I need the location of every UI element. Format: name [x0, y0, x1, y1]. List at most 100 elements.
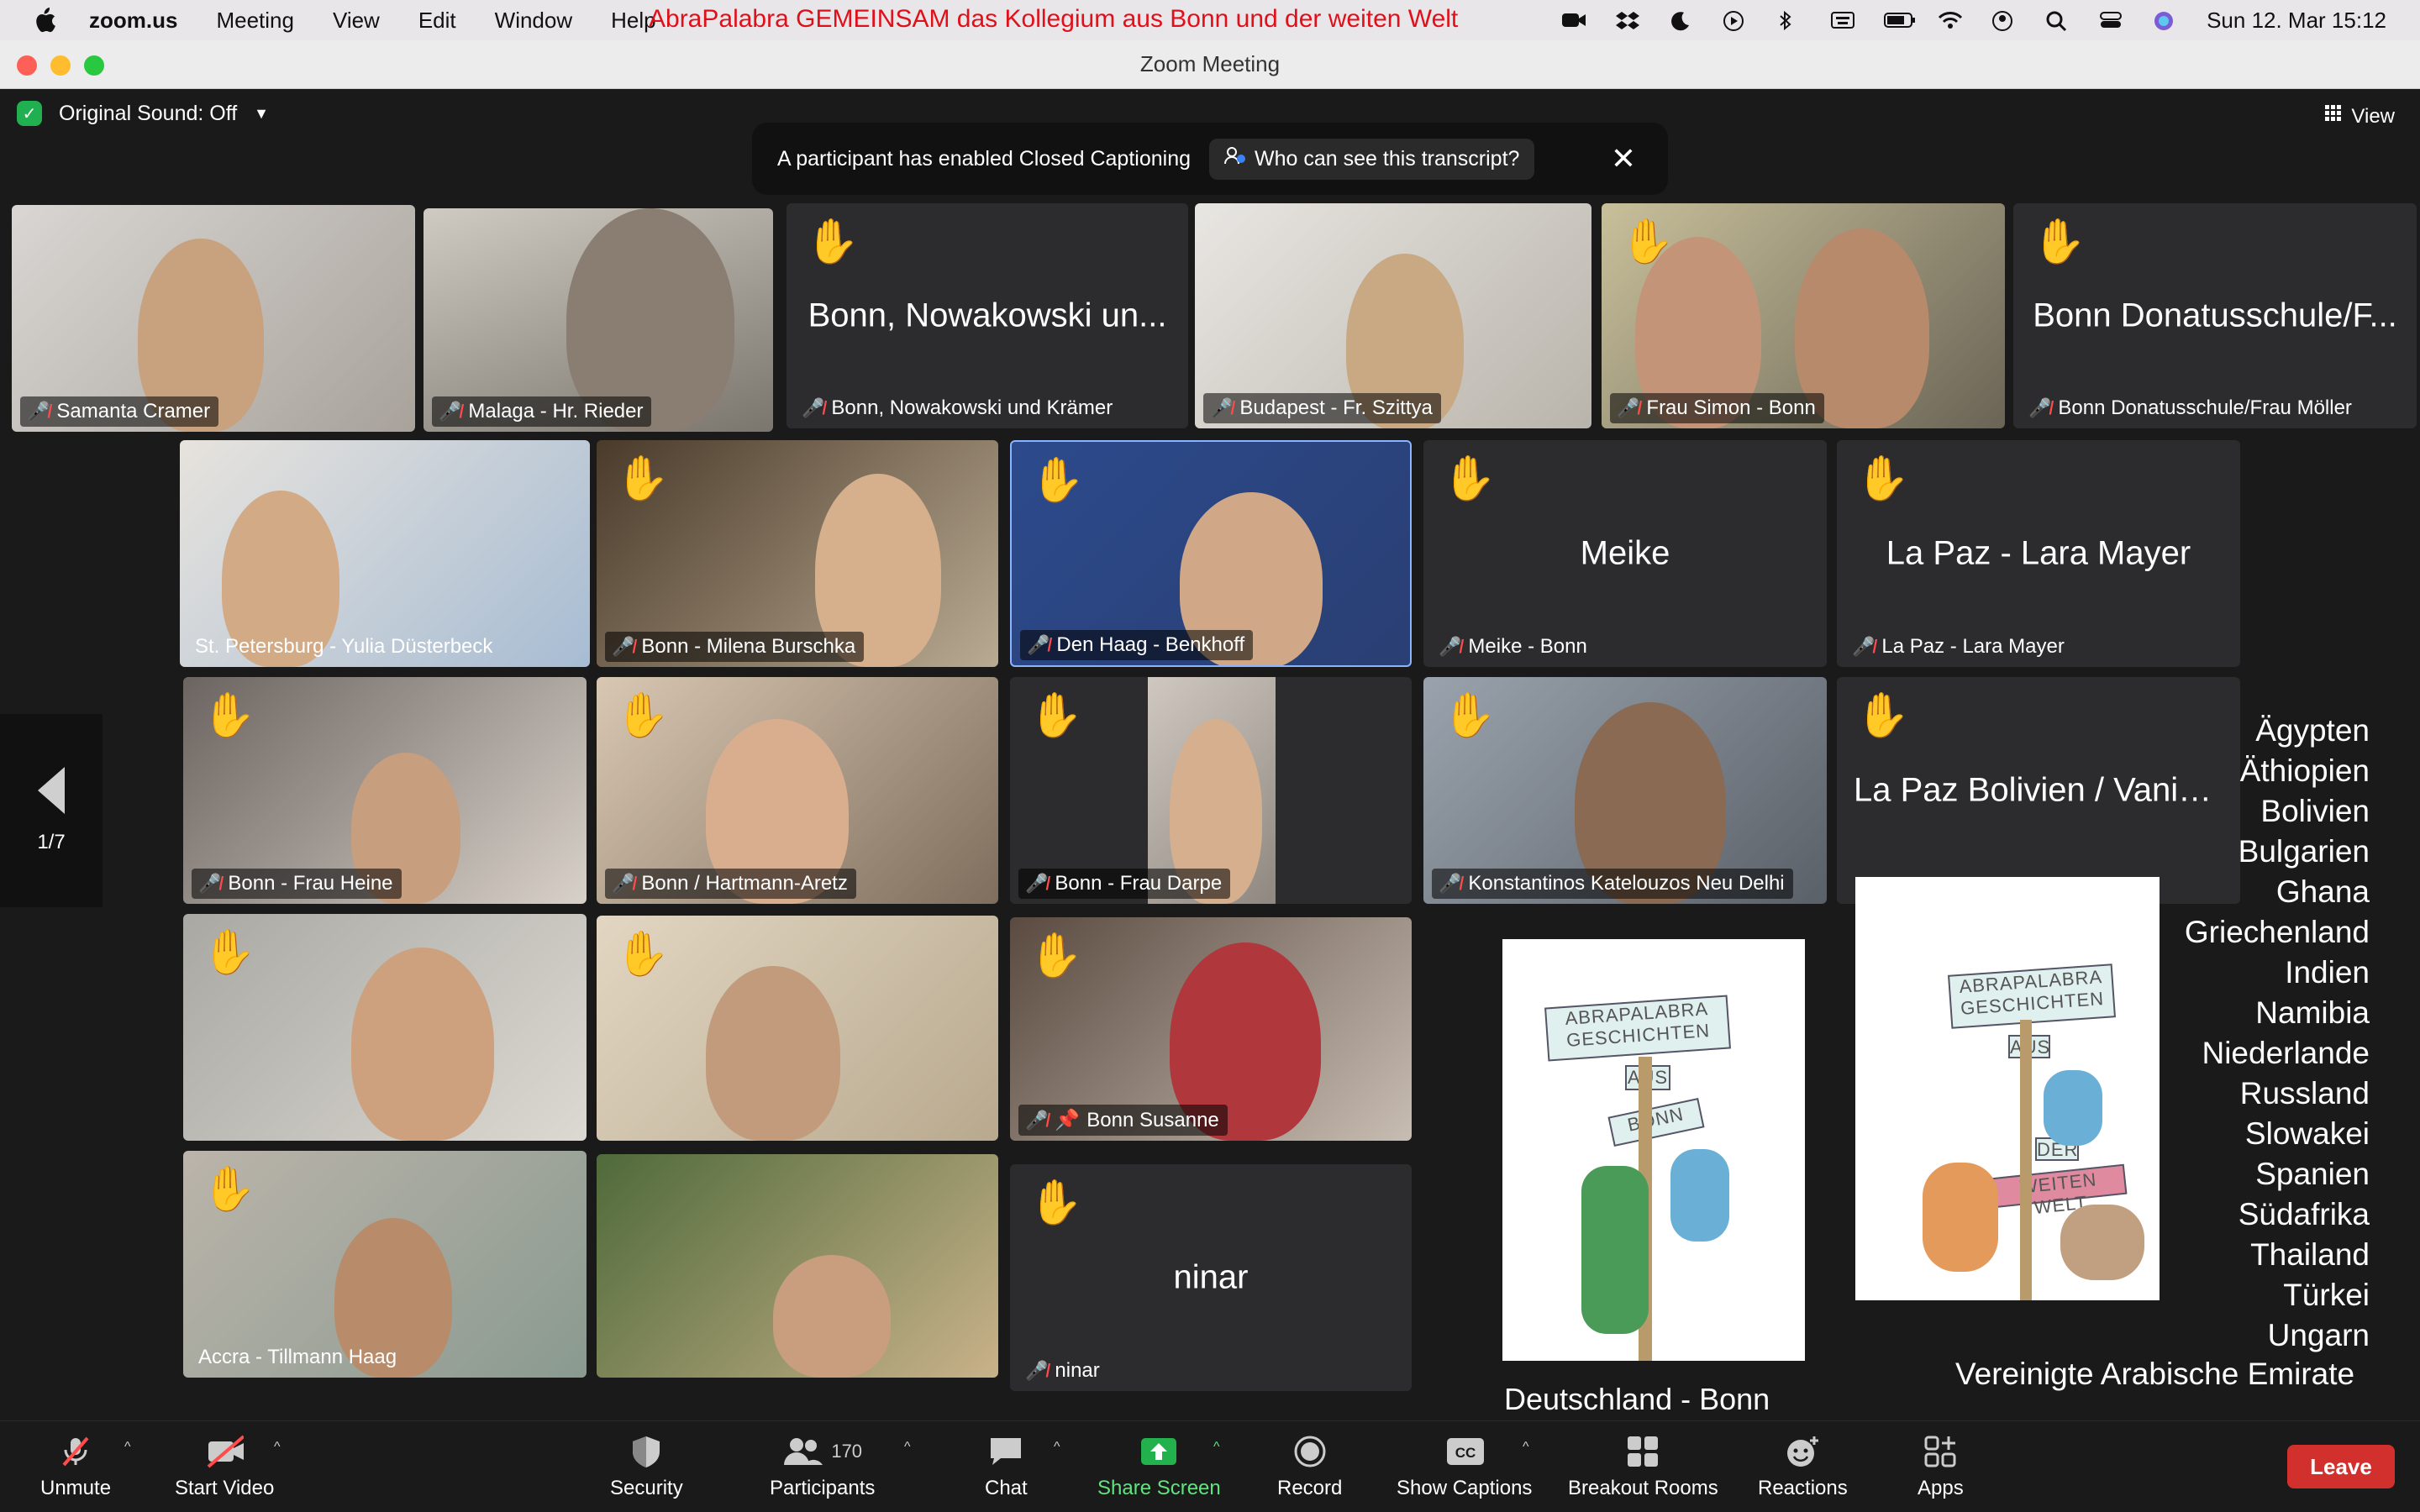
raised-hand-icon: ✋ — [202, 928, 256, 977]
menu-meeting[interactable]: Meeting — [216, 8, 294, 34]
participant-tile[interactable]: ✋ 🎤̸ Konstantinos Katelouzos Neu Delhi — [1423, 677, 1827, 904]
participant-tile[interactable]: St. Petersburg - Yulia Düsterbeck — [180, 440, 590, 667]
participant-tile[interactable]: ✋ ninar 🎤̸ ninar — [1010, 1164, 1412, 1391]
countries-list: Ägypten Äthiopien Bolivien Bulgarien Gha… — [2184, 713, 2370, 1352]
participant-tile[interactable]: ✋ 🎤̸ Bonn / Hartmann-Aretz — [597, 677, 998, 904]
reactions-button[interactable]: Reactions — [1758, 1435, 1848, 1500]
book-cover-bonn: ABRAPALABRA GESCHICHTEN AUS BONN — [1502, 939, 1805, 1361]
close-window-button[interactable] — [17, 55, 37, 76]
chevron-down-icon[interactable]: ▼ — [254, 105, 269, 123]
siri-icon[interactable] — [2153, 10, 2178, 30]
participant-tile[interactable]: 🎤̸ Samanta Cramer — [12, 205, 415, 432]
menu-view[interactable]: View — [333, 8, 380, 34]
participant-tile[interactable]: 🎤̸ Malaga - Hr. Rieder — [424, 208, 773, 432]
search-icon[interactable] — [2045, 10, 2070, 32]
participants-options-chevron-icon[interactable]: ^ — [904, 1440, 911, 1455]
who-can-see-transcript-button[interactable]: Who can see this transcript? — [1209, 138, 1535, 180]
muted-mic-icon: 🎤̸ — [802, 397, 825, 418]
participant-tile[interactable]: ✋ Bonn, Nowakowski un... 🎤̸ Bonn, Nowakow… — [786, 203, 1188, 428]
user-icon[interactable] — [1991, 10, 2017, 31]
close-icon[interactable]: ✕ — [1611, 141, 1636, 176]
participant-tile[interactable]: ✋ 🎤̸ Den Haag - Benkhoff — [1010, 440, 1412, 667]
zoom-window-button[interactable] — [84, 55, 104, 76]
muted-mic-icon: 🎤̸ — [1439, 873, 1462, 894]
focus-moon-icon[interactable] — [1669, 10, 1694, 31]
participant-name: Bonn, Nowakowski und Krämer — [831, 396, 1113, 419]
battery-icon[interactable] — [1884, 10, 1916, 30]
menu-window[interactable]: Window — [495, 8, 572, 34]
audio-options-chevron-icon[interactable]: ^ — [124, 1440, 131, 1455]
keyboard-icon[interactable] — [1830, 10, 1855, 30]
raised-hand-icon: ✋ — [1855, 454, 1910, 503]
show-captions-button[interactable]: CC Show Captions — [1397, 1435, 1532, 1500]
previous-page-button[interactable]: 1/7 — [0, 714, 103, 907]
view-button[interactable]: View — [2324, 104, 2395, 129]
participant-tile[interactable]: ✋ 🎤̸ Frau Simon - Bonn — [1602, 203, 2005, 428]
participant-tile[interactable]: ✋ 🎤̸ 📌 Bonn Susanne — [1010, 917, 1412, 1141]
participant-tile[interactable]: ✋ — [597, 916, 998, 1141]
participant-tile[interactable]: ✋ La Paz Bolivien / Vania... — [1837, 677, 2240, 904]
breakout-rooms-button[interactable]: Breakout Rooms — [1568, 1435, 1718, 1500]
security-shield-icon — [627, 1435, 666, 1468]
participant-tile[interactable]: ✋ La Paz - Lara Mayer 🎤̸ La Paz - Lara Ma… — [1837, 440, 2240, 667]
original-sound-label[interactable]: Original Sound: Off — [59, 102, 237, 126]
show-captions-label: Show Captions — [1397, 1477, 1533, 1499]
participant-tile[interactable]: ✋ Bonn Donatusschule/F... 🎤̸ Bonn Donatus… — [2013, 203, 2417, 428]
share-screen-button[interactable]: Share Screen — [1097, 1435, 1221, 1500]
participant-tile[interactable]: 🎤̸ Budapest - Fr. Szittya — [1195, 203, 1591, 428]
record-button[interactable]: Record — [1277, 1435, 1342, 1500]
unmute-button[interactable]: Unmute — [40, 1435, 111, 1500]
start-video-button[interactable]: Start Video — [175, 1435, 274, 1500]
participant-name: Malaga - Hr. Rieder — [468, 400, 644, 423]
video-options-chevron-icon[interactable]: ^ — [274, 1440, 281, 1455]
clock-text[interactable]: Sun 12. Mar 15:12 — [2207, 8, 2386, 34]
play-icon[interactable] — [1723, 10, 1748, 31]
control-center-icon[interactable] — [2099, 10, 2124, 30]
participant-display-name: Meike — [1580, 534, 1670, 572]
participant-tile[interactable]: ✋ 🎤̸ Bonn - Frau Heine — [183, 677, 587, 904]
participant-name: La Paz - Lara Mayer — [1881, 635, 2065, 658]
dropbox-icon[interactable] — [1615, 10, 1640, 30]
menu-edit[interactable]: Edit — [418, 8, 456, 34]
original-sound-control[interactable]: ✓ Original Sound: Off ▼ — [17, 101, 269, 126]
bluetooth-icon[interactable] — [1776, 10, 1802, 31]
participant-name: ninar — [1055, 1359, 1100, 1382]
raised-hand-icon: ✋ — [1028, 691, 1083, 740]
reactions-label: Reactions — [1758, 1477, 1848, 1499]
chat-button[interactable]: Chat — [985, 1435, 1028, 1500]
start-video-label: Start Video — [175, 1477, 275, 1499]
apps-button[interactable]: Apps — [1918, 1435, 1964, 1500]
participant-tile[interactable]: ✋ 🎤̸ Bonn - Milena Burschka — [597, 440, 998, 667]
participant-name: Den Haag - Benkhoff — [1056, 633, 1245, 656]
apple-icon[interactable] — [30, 6, 59, 34]
who-can-see-label: Who can see this transcript? — [1255, 146, 1520, 171]
minimize-window-button[interactable] — [50, 55, 71, 76]
window-titlebar: Zoom Meeting — [0, 40, 2420, 89]
muted-mic-icon: 🎤̸ — [198, 873, 222, 894]
raised-hand-icon: ✋ — [202, 691, 256, 740]
participant-tile[interactable]: ✋ 🎤̸ Bonn - Frau Darpe — [1010, 677, 1412, 904]
encryption-shield-icon[interactable]: ✓ — [17, 101, 42, 126]
participant-tile[interactable]: ✋ Meike 🎤̸ Meike - Bonn — [1423, 440, 1827, 667]
pin-icon: 📌 — [1055, 1109, 1081, 1131]
wifi-icon[interactable] — [1938, 10, 1963, 30]
captions-options-chevron-icon[interactable]: ^ — [1523, 1440, 1529, 1455]
arrow-left-icon — [38, 767, 65, 814]
participant-tile[interactable]: ✋ Accra - Tillmann Haag — [183, 1151, 587, 1378]
participants-label: Participants — [770, 1477, 876, 1499]
chat-options-chevron-icon[interactable]: ^ — [1054, 1440, 1060, 1455]
participants-button[interactable]: 170 Participants — [770, 1435, 875, 1500]
window-title: Zoom Meeting — [1139, 51, 1281, 76]
participants-icon: 170 — [776, 1435, 869, 1468]
camera-status-icon[interactable] — [1561, 10, 1586, 30]
raised-hand-icon: ✋ — [2032, 218, 2086, 266]
share-options-chevron-icon[interactable]: ^ — [1213, 1440, 1220, 1455]
security-button[interactable]: Security — [610, 1435, 683, 1500]
participant-tile[interactable] — [597, 1154, 998, 1378]
menu-app-name[interactable]: zoom.us — [89, 8, 177, 34]
leave-button[interactable]: Leave — [2287, 1445, 2395, 1488]
participant-name: Bonn / Hartmann-Aretz — [641, 872, 848, 895]
reactions-smiley-icon — [1783, 1435, 1822, 1468]
muted-mic-icon — [56, 1435, 95, 1468]
participant-tile[interactable]: ✋ — [183, 914, 587, 1141]
